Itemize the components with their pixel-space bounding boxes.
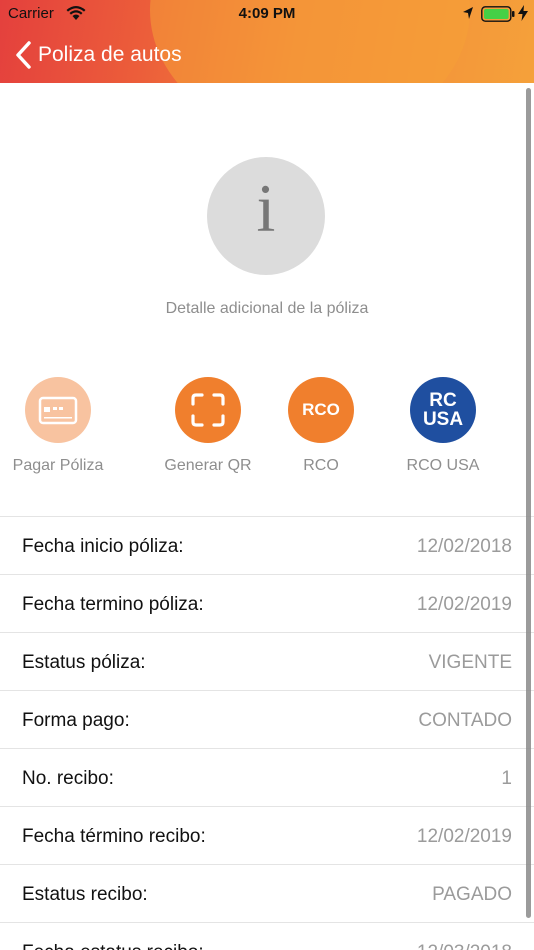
detail-key: No. recibo: bbox=[22, 768, 114, 789]
location-arrow-icon bbox=[463, 7, 473, 19]
rco-label: RCO bbox=[303, 457, 339, 474]
rco-usa-icon-line-1: RC bbox=[429, 390, 457, 411]
rco-usa-icon: RC USA bbox=[410, 377, 476, 443]
battery-icon bbox=[481, 6, 515, 22]
back-button-label: Poliza de autos bbox=[38, 43, 182, 66]
detail-key: Estatus póliza: bbox=[22, 652, 146, 673]
detail-value: PAGADO bbox=[432, 884, 512, 905]
pay-policy-button[interactable]: Pagar Póliza bbox=[0, 377, 123, 475]
rco-icon-text: RCO bbox=[302, 400, 340, 419]
back-button[interactable]: Poliza de autos bbox=[14, 38, 182, 72]
navigation-header: Carrier 4:09 PM Poliza de autos bbox=[0, 0, 534, 83]
detail-row-policy-end: Fecha termino póliza: 12/02/2019 bbox=[0, 574, 534, 632]
rco-usa-icon-text: RC USA bbox=[410, 377, 476, 443]
detail-value: 12/03/2018 bbox=[417, 942, 512, 950]
generate-qr-button[interactable]: Generar QR bbox=[143, 377, 273, 475]
info-icon: i bbox=[207, 157, 325, 275]
detail-value: 12/02/2018 bbox=[416, 536, 512, 557]
detail-value: VIGENTE bbox=[428, 652, 512, 673]
rco-usa-label: RCO USA bbox=[406, 457, 480, 474]
detail-value: 1 bbox=[501, 768, 512, 789]
detail-value: CONTADO bbox=[418, 710, 512, 731]
detail-row-receipt-end: Fecha término recibo: 12/02/2019 bbox=[0, 806, 534, 864]
detail-row-payment-method: Forma pago: CONTADO bbox=[0, 690, 534, 748]
generate-qr-icon-circle bbox=[175, 377, 241, 443]
detail-key: Forma pago: bbox=[22, 710, 130, 731]
qr-scan-frame-icon bbox=[191, 393, 225, 427]
detail-key: Fecha estatus recibo: bbox=[22, 942, 204, 950]
detail-value: 12/02/2019 bbox=[416, 594, 512, 615]
detail-key: Estatus recibo: bbox=[22, 884, 148, 905]
detail-key: Fecha termino póliza: bbox=[22, 594, 204, 615]
generate-qr-label: Generar QR bbox=[164, 457, 252, 474]
detail-key: Fecha inicio póliza: bbox=[22, 536, 184, 557]
rco-button[interactable]: RCO RCO bbox=[256, 377, 386, 475]
detail-row-policy-status: Estatus póliza: VIGENTE bbox=[0, 632, 534, 690]
policy-details-list: Fecha inicio póliza: 12/02/2018 Fecha te… bbox=[0, 516, 534, 950]
detail-row-receipt-number: No. recibo: 1 bbox=[0, 748, 534, 806]
chevron-left-icon bbox=[16, 41, 31, 69]
clock-time: 4:09 PM bbox=[238, 5, 296, 22]
detail-row-receipt-status: Estatus recibo: PAGADO bbox=[0, 864, 534, 922]
detail-value: 12/02/2019 bbox=[416, 826, 512, 847]
vertical-scrollbar[interactable] bbox=[526, 88, 531, 918]
policy-detail-caption: Detalle adicional de la póliza bbox=[165, 300, 369, 317]
pay-policy-icon-circle bbox=[25, 377, 91, 443]
info-glyph: i bbox=[256, 170, 276, 246]
rco-usa-icon-line-2: USA bbox=[422, 409, 464, 430]
rco-usa-button[interactable]: RC USA RCO USA bbox=[378, 377, 508, 475]
pay-policy-label: Pagar Póliza bbox=[12, 457, 104, 474]
rco-icon: RCO bbox=[288, 377, 354, 443]
detail-row-receipt-status-date: Fecha estatus recibo: 12/03/2018 bbox=[0, 922, 534, 950]
charging-bolt-icon bbox=[518, 5, 528, 21]
credit-card-icon bbox=[38, 396, 78, 425]
status-bar: Carrier 4:09 PM bbox=[0, 0, 534, 28]
detail-key: Fecha término recibo: bbox=[22, 826, 206, 847]
detail-row-policy-start: Fecha inicio póliza: 12/02/2018 bbox=[0, 516, 534, 574]
